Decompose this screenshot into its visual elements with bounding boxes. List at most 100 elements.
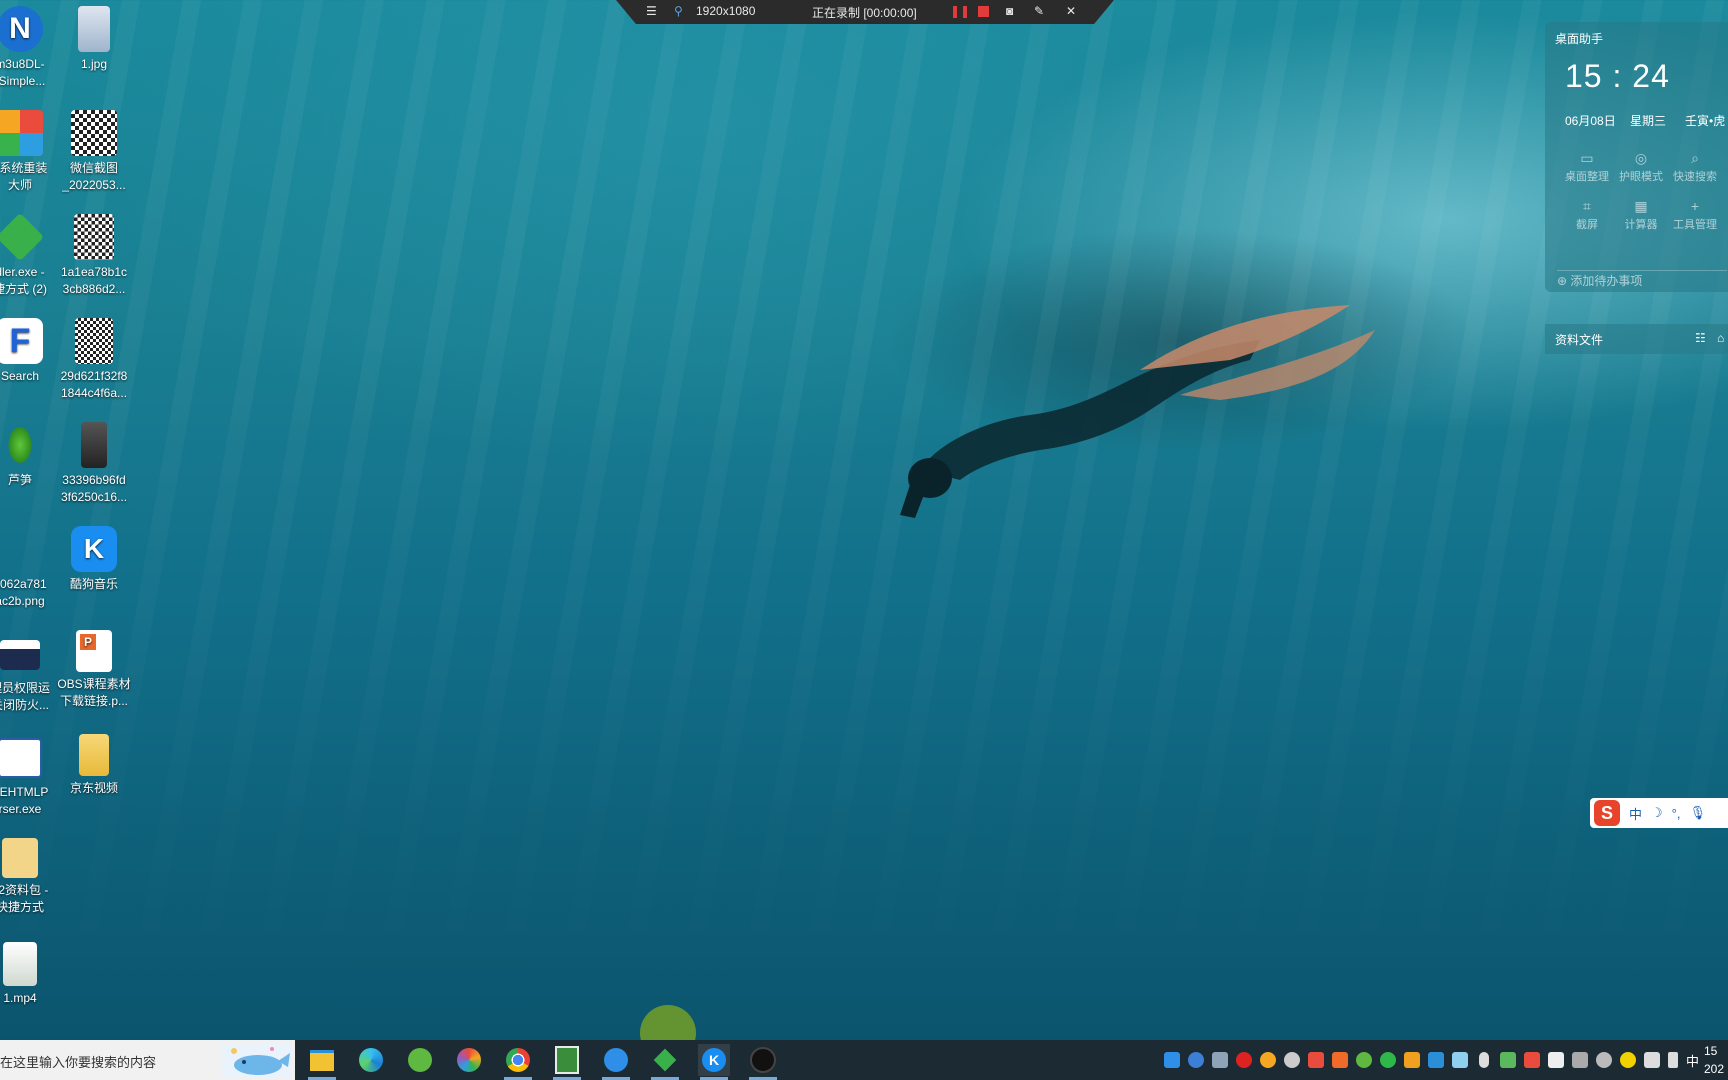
widget-time: 15 : 24 [1565, 58, 1670, 94]
ppt-file-icon: P [76, 630, 112, 672]
tray-nvidia-icon[interactable] [1500, 1052, 1516, 1068]
tray-orange-app-icon[interactable] [1332, 1052, 1348, 1068]
tray-volume-icon[interactable] [1668, 1052, 1678, 1068]
pin-icon[interactable]: ⚲ [674, 4, 683, 18]
crop-icon: ⌗ [1583, 198, 1591, 214]
desktop-helper-widget: 桌面助手 15 : 24 06月08日 星期三 壬寅•虎 ▭ 桌面整理 ◎ 护眼模式… [1545, 22, 1728, 292]
fiddler-icon [0, 212, 45, 262]
tool-eye-care[interactable]: ◎ 护眼模式 [1613, 150, 1669, 184]
ime-toolbar: S 中 ☽ °, 🎙 [1590, 798, 1728, 828]
tool-screenshot[interactable]: ⌗ 截屏 [1559, 198, 1615, 232]
tray-scissors-icon[interactable] [1404, 1052, 1420, 1068]
widget-title: 桌面助手 [1555, 32, 1604, 46]
tray-security-icon[interactable] [1524, 1052, 1540, 1068]
recorder-resolution: 1920x1080 [696, 4, 756, 18]
tray-cloud-icon[interactable] [1572, 1052, 1588, 1068]
pen-icon[interactable]: ✎ [1034, 4, 1044, 18]
taskbar-edge[interactable] [355, 1044, 387, 1076]
widget-divider [1557, 270, 1727, 271]
qr-image-icon [75, 318, 113, 364]
tray-record-icon[interactable] [1236, 1052, 1252, 1068]
widget-lunar: 壬寅•虎 [1685, 114, 1726, 128]
stop-icon[interactable] [978, 6, 989, 17]
tray-red-app-icon[interactable] [1308, 1052, 1324, 1068]
sogou-logo-icon[interactable]: S [1594, 800, 1620, 826]
tray-target-icon[interactable] [1284, 1052, 1300, 1068]
tray-microphone-icon[interactable] [1479, 1052, 1489, 1068]
tray-network-icon[interactable] [1548, 1052, 1564, 1068]
taskbar-sheet-app[interactable] [551, 1044, 583, 1080]
microphone-icon[interactable]: 🎙 [1689, 805, 1706, 821]
moon-icon[interactable]: ☽ [1651, 805, 1663, 821]
spreadsheet-icon [555, 1046, 579, 1074]
video-file-icon [3, 942, 37, 986]
desktop-icon-wechat-screenshot[interactable]: 微信截图 _2022053... [49, 110, 139, 194]
colorful-circle-icon [457, 1048, 481, 1072]
taskbar-recorder[interactable] [747, 1044, 779, 1080]
taskbar-green-app[interactable] [404, 1044, 436, 1076]
fiddler-icon [653, 1048, 677, 1072]
kugou-music-icon: K [702, 1048, 726, 1072]
punctuation-icon[interactable]: °, [1672, 806, 1681, 821]
taskbar-kugou[interactable]: K [698, 1044, 730, 1080]
folder-icon [79, 734, 109, 776]
taskbar-chrome[interactable] [502, 1044, 534, 1080]
ime-mode[interactable]: 中 [1629, 804, 1642, 823]
lock-icon[interactable]: ⌂ [1717, 331, 1724, 345]
tray-bird-icon[interactable] [1188, 1052, 1204, 1068]
tray-search-icon[interactable] [1260, 1052, 1276, 1068]
tray-wechat-icon[interactable] [1380, 1052, 1396, 1068]
add-todo-button[interactable]: ⊕ 添加待办事项 [1557, 272, 1642, 289]
desktop-icon-obs-material[interactable]: P OBS课程素材 下载链接.p... [49, 630, 139, 710]
admin-script-icon [0, 640, 40, 670]
tray-display-icon[interactable] [1644, 1052, 1660, 1068]
tray-kugou-icon[interactable] [1164, 1052, 1180, 1068]
desktop-icon-1a1ea78b1c[interactable]: 1a1ea78b1c 3cb886d2... [49, 214, 139, 298]
lusun-leaf-icon [0, 422, 43, 468]
search-illustration [222, 1043, 292, 1077]
camera-icon[interactable]: ◙ [1006, 4, 1013, 18]
image-file-icon [78, 6, 110, 52]
desktop-icon-22-pack[interactable]: 22资料包 - 快捷方式 [0, 838, 65, 916]
tray-chat-icon[interactable] [1212, 1052, 1228, 1068]
bird-app-icon [604, 1048, 628, 1072]
taskbar-file-explorer[interactable] [306, 1044, 338, 1080]
taskbar-bird-app[interactable] [600, 1044, 632, 1080]
tray-blue-app-icon[interactable] [1428, 1052, 1444, 1068]
files-title: 资料文件 [1555, 333, 1604, 347]
png-file-icon [0, 526, 43, 572]
menu-icon[interactable]: ☰ [646, 4, 657, 18]
taskbar-color-app[interactable] [453, 1044, 485, 1076]
folder-shortcut-icon [2, 838, 38, 878]
taskbar-search-box[interactable]: 在这里输入你要搜索的内容 [0, 1040, 295, 1080]
desktop-icon-29d621f32f8[interactable]: 29d621f32f8 1844c4f6a... [49, 318, 139, 402]
exe-icon [0, 738, 42, 778]
tray-yellow-app-icon[interactable] [1620, 1052, 1636, 1068]
tool-manage[interactable]: + 工具管理 [1667, 198, 1723, 232]
pause-icon[interactable]: ❚❚ [950, 4, 970, 18]
tool-calculator[interactable]: ▦ 计算器 [1613, 198, 1669, 232]
tray-language[interactable]: 中 [1686, 1051, 1699, 1070]
tool-quick-search[interactable]: ⌕ 快速搜索 [1667, 150, 1723, 184]
tray-sync-icon[interactable] [1452, 1052, 1468, 1068]
list-icon[interactable]: ☷ [1695, 331, 1706, 345]
chrome-icon [506, 1048, 530, 1072]
close-icon[interactable]: ✕ [1066, 4, 1076, 18]
desktop-icon-1jpg[interactable]: 1.jpg [49, 6, 139, 73]
widget-date: 06月08日 [1565, 114, 1616, 128]
green-app-icon [408, 1048, 432, 1072]
taskbar-fiddler[interactable] [649, 1044, 681, 1080]
eye-icon: ◎ [1634, 150, 1648, 166]
tray-settings-icon[interactable] [1596, 1052, 1612, 1068]
photo-icon [81, 422, 107, 468]
tool-desktop-organize[interactable]: ▭ 桌面整理 [1559, 150, 1615, 184]
desktop-icon-jd-video[interactable]: 京东视频 [49, 734, 139, 797]
qr-image-icon [74, 214, 114, 260]
desktop-icon-mp4[interactable]: 1.mp4 [0, 942, 65, 1007]
calculator-icon: ▦ [1634, 198, 1648, 214]
desktop-icon-kugou[interactable]: K 酷狗音乐 [49, 526, 139, 593]
tray-green-app-icon[interactable] [1356, 1052, 1372, 1068]
files-panel-header: 资料文件 ☷ ⌂ [1545, 324, 1728, 354]
taskbar-clock[interactable]: 15 202 [1704, 1042, 1724, 1078]
desktop-icon-33396b96fd[interactable]: 33396b96fd 3f6250c16... [49, 422, 139, 506]
